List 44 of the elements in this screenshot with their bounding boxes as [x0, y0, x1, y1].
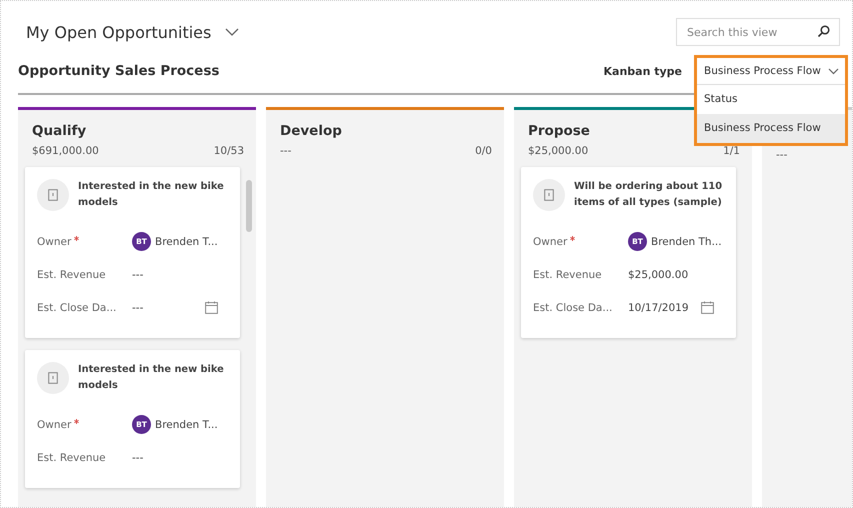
- kanban-type-label: Kanban type: [604, 64, 682, 78]
- dropdown-option[interactable]: Business Process Flow: [697, 114, 845, 143]
- column-total: $25,000.00: [528, 145, 588, 157]
- owner-name[interactable]: Brenden Th...: [651, 236, 722, 248]
- field-label: Owner: [37, 418, 72, 430]
- search-icon: [817, 25, 830, 38]
- field-label: Owner: [533, 236, 568, 248]
- field-value: ---: [132, 452, 144, 464]
- column-total: $691,000.00: [32, 145, 99, 157]
- calendar-icon[interactable]: [205, 301, 218, 314]
- scrollbar-thumb[interactable]: [246, 180, 252, 232]
- field-value: $25,000.00: [628, 268, 688, 280]
- owner-name[interactable]: Brenden T...: [155, 236, 218, 248]
- document-icon: [37, 179, 69, 211]
- dropdown-option[interactable]: Status: [697, 85, 845, 114]
- column-total: ---: [776, 149, 788, 161]
- column-title: Qualify: [32, 123, 86, 139]
- card-title: Interested in the new bike models: [78, 363, 225, 393]
- owner-name[interactable]: Brenden T...: [155, 418, 218, 430]
- field-value: 10/17/2019: [628, 302, 689, 314]
- card-title: Interested in the new bike models: [78, 180, 225, 210]
- search-field[interactable]: Search this view: [676, 18, 840, 46]
- column-count: 1/1: [723, 145, 740, 157]
- column-total: ---: [280, 145, 292, 157]
- field-label: Est. Close Da...: [37, 302, 116, 314]
- field-label: Owner: [37, 236, 72, 248]
- field-value: ---: [132, 302, 144, 314]
- card-title: Will be ordering about 110 items of all types (sample): [574, 180, 724, 210]
- column-title: Develop: [280, 123, 342, 139]
- chevron-down-icon[interactable]: [225, 28, 240, 36]
- column-count: 0/0: [475, 145, 492, 157]
- field-label: Est. Revenue: [37, 452, 106, 464]
- document-icon: [533, 179, 565, 211]
- view-title: My Open Opportunities: [26, 22, 212, 42]
- process-title: Opportunity Sales Process: [18, 63, 220, 79]
- field-label: Est. Revenue: [37, 268, 106, 280]
- chevron-down-icon: [828, 68, 839, 74]
- document-icon: [37, 362, 69, 394]
- field-label: Est. Revenue: [533, 268, 602, 280]
- column-count: 10/53: [214, 145, 244, 157]
- field-label: Est. Close Da...: [533, 302, 612, 314]
- field-value: ---: [132, 268, 144, 280]
- column-title: Propose: [528, 123, 590, 139]
- calendar-icon[interactable]: [701, 301, 714, 314]
